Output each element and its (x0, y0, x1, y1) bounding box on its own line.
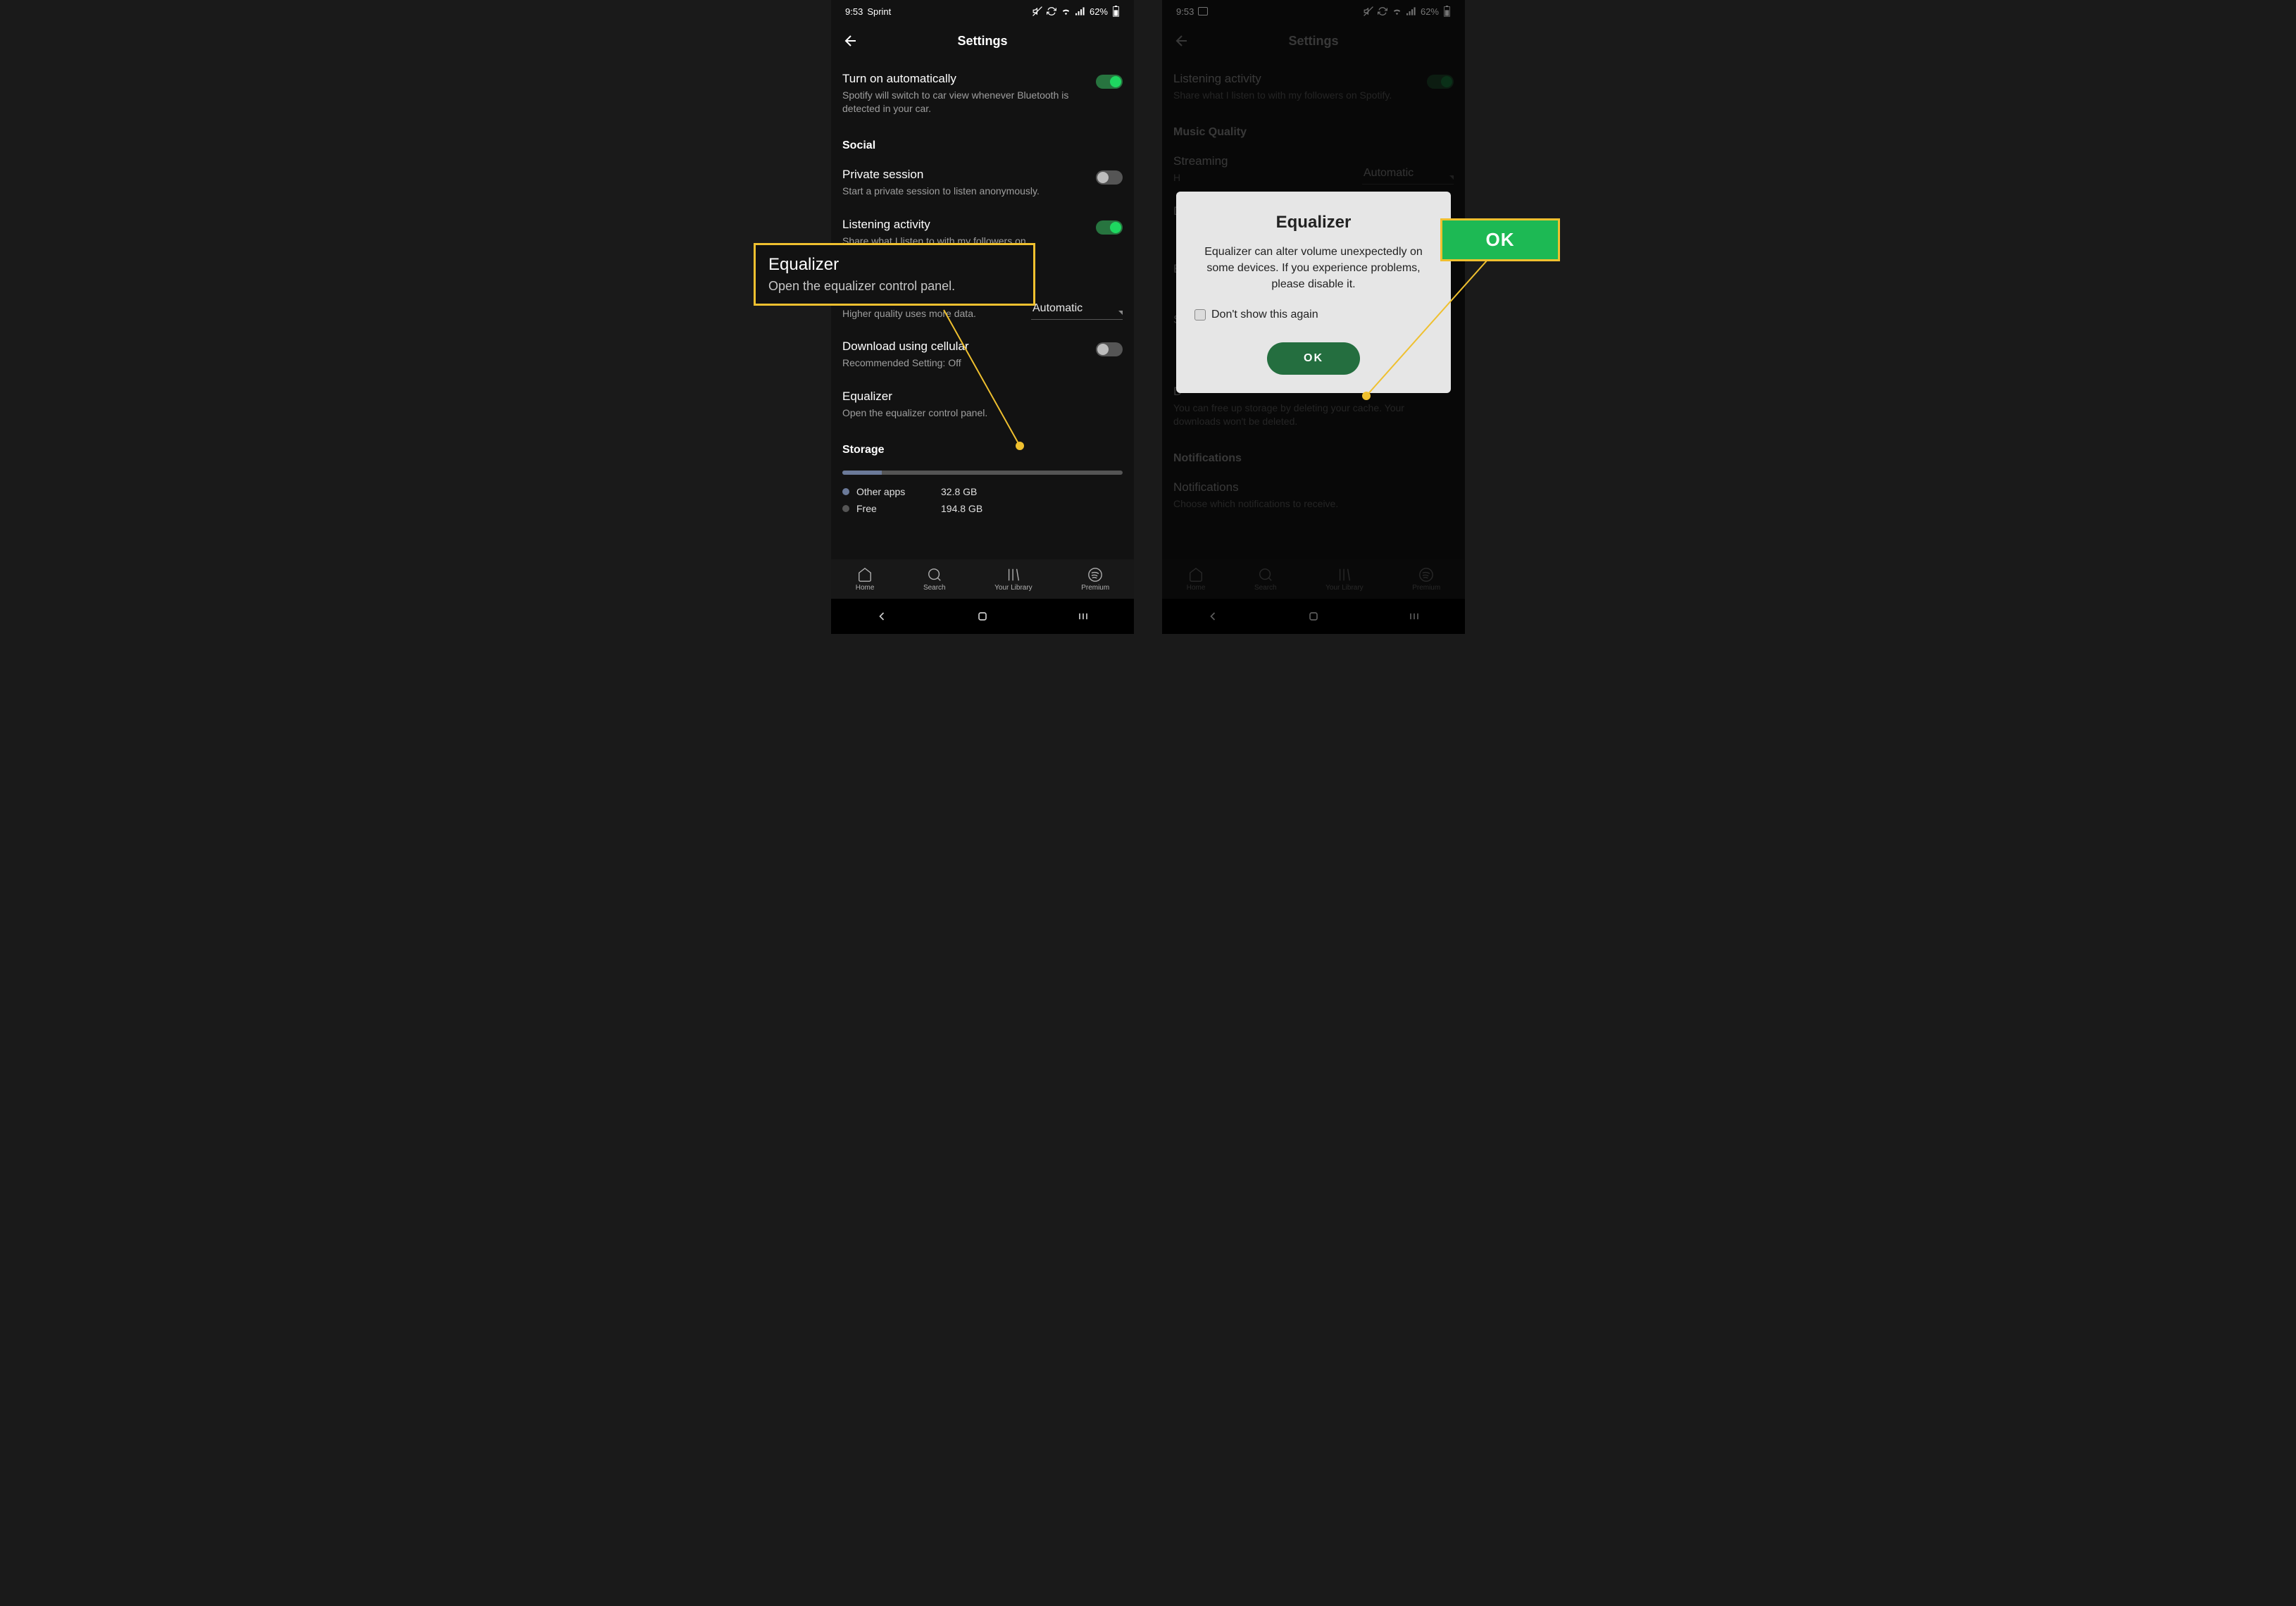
storage-free-row: Free 194.8 GB (842, 500, 1123, 517)
listening-activity-row[interactable]: Listening activity Share what I listen t… (842, 208, 1123, 248)
auto-car-view-row[interactable]: Turn on automatically Spotify will switc… (842, 62, 1123, 125)
search-icon (927, 567, 942, 583)
nav-library[interactable]: Your Library (994, 567, 1032, 592)
streaming-sub: Higher quality uses more data. (842, 307, 1023, 320)
auto-title: Turn on automatically (842, 72, 1087, 86)
android-home-icon[interactable] (975, 609, 990, 623)
listen-title: Listening activity (842, 218, 1087, 232)
status-time: 9:53 (845, 6, 863, 17)
callout-title: Equalizer (768, 255, 1021, 275)
android-back-icon[interactable] (875, 609, 889, 623)
status-carrier: Sprint (867, 6, 891, 17)
library-icon (1006, 567, 1021, 583)
status-bar: 9:53 Sprint 62% (831, 0, 1134, 20)
spotify-icon (1087, 567, 1103, 583)
equalizer-row[interactable]: Equalizer Open the equalizer control pan… (842, 380, 1123, 430)
download-toggle[interactable] (1096, 342, 1123, 356)
auto-sub: Spotify will switch to car view whenever… (842, 89, 1087, 116)
storage-other-val: 32.8 GB (941, 486, 977, 497)
dont-show-checkbox[interactable]: Don't show this again (1194, 309, 1433, 321)
download-cellular-row[interactable]: Download using cellular Recommended Sett… (842, 330, 1123, 380)
listen-toggle[interactable] (1096, 220, 1123, 235)
private-toggle[interactable] (1096, 170, 1123, 185)
ok-button[interactable]: OK (1267, 342, 1360, 375)
back-arrow-icon[interactable] (842, 32, 859, 49)
equalizer-title: Equalizer (842, 390, 1114, 404)
wifi-icon (1061, 6, 1071, 16)
checkbox-label: Don't show this again (1211, 309, 1318, 321)
storage-bar (842, 471, 1123, 475)
storage-other-row: Other apps 32.8 GB (842, 483, 1123, 500)
callout-sub: Open the equalizer control panel. (768, 279, 1021, 294)
storage-free-val: 194.8 GB (941, 503, 982, 514)
bottom-nav: Home Search Your Library Premium (831, 559, 1134, 599)
equalizer-sub: Open the equalizer control panel. (842, 406, 1114, 420)
android-nav-bar (831, 599, 1134, 634)
section-social: Social (842, 125, 1123, 158)
storage-free-label: Free (856, 503, 934, 514)
battery-icon (1112, 6, 1120, 17)
auto-toggle[interactable] (1096, 75, 1123, 89)
dialog-body: Equalizer can alter volume unexpectedly … (1194, 244, 1433, 293)
equalizer-dialog: Equalizer Equalizer can alter volume une… (1176, 192, 1451, 393)
callout-equalizer: Equalizer Open the equalizer control pan… (754, 243, 1035, 306)
sync-icon (1047, 6, 1056, 16)
nav-search[interactable]: Search (923, 567, 946, 592)
phone-right: 9:53 62% Settings Listening activity Sha… (1162, 0, 1465, 634)
signal-icon (1075, 7, 1085, 15)
page-title: Settings (831, 34, 1134, 49)
section-storage: Storage (842, 430, 1123, 462)
download-sub: Recommended Setting: Off (842, 356, 1087, 370)
callout-ok: OK (1440, 218, 1560, 261)
nav-home[interactable]: Home (856, 567, 875, 592)
settings-header: Settings (831, 20, 1134, 62)
mute-icon (1032, 6, 1042, 16)
streaming-select[interactable]: Automatic (1031, 299, 1123, 320)
android-recent-icon[interactable] (1076, 609, 1090, 623)
private-sub: Start a private session to listen anonym… (842, 185, 1087, 198)
download-title: Download using cellular (842, 340, 1087, 354)
phone-left: 9:53 Sprint 62% Settings (831, 0, 1134, 634)
storage-other-label: Other apps (856, 486, 934, 497)
private-session-row[interactable]: Private session Start a private session … (842, 158, 1123, 208)
nav-premium[interactable]: Premium (1081, 567, 1109, 592)
checkbox-icon (1194, 309, 1206, 320)
dialog-title: Equalizer (1194, 213, 1433, 232)
home-icon (857, 567, 873, 583)
battery-pct: 62% (1090, 6, 1108, 17)
private-title: Private session (842, 168, 1087, 182)
